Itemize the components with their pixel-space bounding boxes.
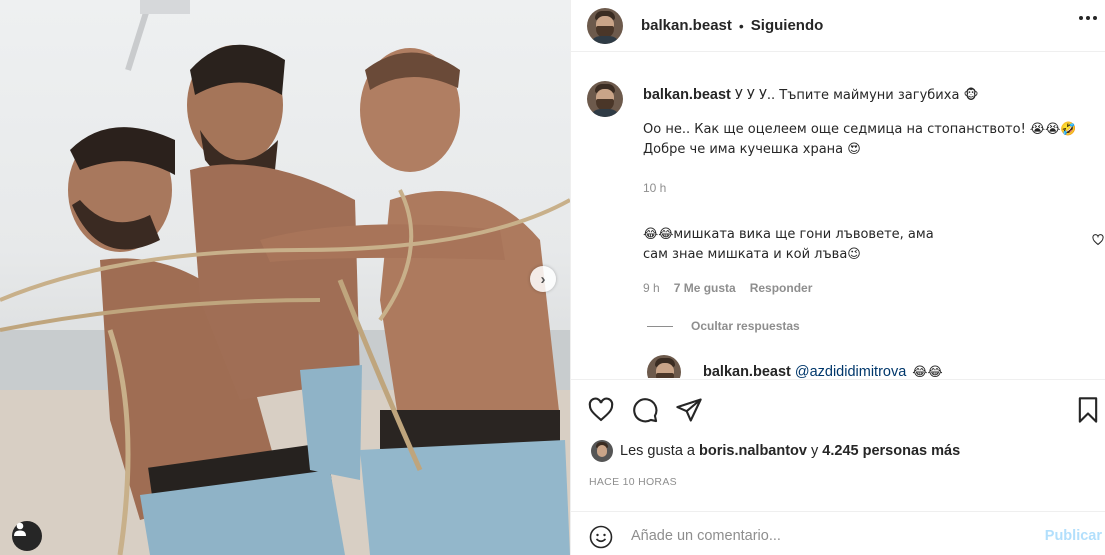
likes-others[interactable]: 4.245 personas más (822, 443, 960, 459)
reply-meta: 9 h 7 Me gusta Responder (643, 281, 812, 295)
caption-line-3: Добре че има кучешка храна 😍 (643, 142, 861, 157)
comments-section[interactable]: balkan.beast У У У.. Тъпите маймуни загу… (571, 53, 1105, 378)
post-photo[interactable]: › (0, 0, 570, 555)
user-tags-button[interactable] (12, 521, 42, 551)
user-icon (14, 522, 26, 536)
reply-text-line-1: 😂😂мишката вика ще гони лъвовете, ама (643, 227, 934, 242)
reply-time[interactable]: 9 h (643, 281, 660, 295)
following-button[interactable]: Siguiendo (751, 17, 824, 34)
reply-button[interactable]: Responder (750, 281, 813, 295)
hide-replies-line (647, 325, 673, 327)
emoji-smiley-icon[interactable] (589, 525, 613, 554)
post-timestamp[interactable]: HACE 10 HORAS (589, 476, 677, 488)
reply-likes[interactable]: 7 Me gusta (674, 281, 736, 295)
liker-avatar[interactable] (591, 440, 613, 462)
likes-summary: Les gusta a boris.nalbantov y 4.245 pers… (591, 440, 960, 462)
reply-comment: 😂😂мишката вика ще гони лъвовете, ама сам… (643, 225, 1103, 265)
caption-time[interactable]: 10 h (643, 181, 666, 195)
post-actions (571, 379, 1105, 439)
header-separator: • (738, 17, 744, 34)
caption-line-1: У У У.. Тъпите маймуни загубиха 🐵 (734, 88, 979, 103)
nested-reply-author[interactable]: balkan.beast (703, 364, 791, 378)
post-details-panel: balkan.beast • Siguiendo balkan.beast У … (570, 0, 1105, 555)
nested-reply-avatar[interactable] (647, 355, 681, 378)
nested-reply: balkan.beast @azdididimitrova 😂😂 (647, 355, 943, 379)
nested-reply-mention[interactable]: @azdididimitrova (795, 364, 906, 378)
add-comment-bar: Publicar (571, 511, 1105, 555)
hide-replies-button[interactable]: Ocultar respuestas (647, 319, 800, 333)
like-heart-icon[interactable] (587, 396, 615, 429)
likes-conj: y (811, 443, 819, 459)
nested-reply-text: 😂😂 (912, 364, 943, 379)
author-avatar[interactable] (587, 7, 623, 44)
likes-prefix: Les gusta a (620, 443, 695, 459)
save-bookmark-icon[interactable] (1075, 396, 1101, 429)
comment-input[interactable] (631, 524, 1031, 548)
liker-username[interactable]: boris.nalbantov (699, 443, 807, 459)
hide-replies-label: Ocultar respuestas (691, 319, 800, 333)
caption-line-2: Оо не.. Как ще оцелеем още седмица на ст… (643, 122, 1077, 137)
post-header: balkan.beast • Siguiendo (571, 0, 1105, 52)
publish-button[interactable]: Publicar (1045, 528, 1102, 544)
author-username[interactable]: balkan.beast (641, 17, 732, 34)
reply-text-line-2: сам знае мишката и кой лъва😉 (643, 247, 861, 262)
comment-bubble-icon[interactable] (631, 396, 659, 429)
photo-illustration (0, 0, 570, 555)
carousel-next-button[interactable]: › (530, 266, 556, 292)
caption-author[interactable]: balkan.beast (643, 87, 731, 103)
like-comment-heart-icon[interactable] (1092, 233, 1104, 251)
more-horizontal-icon[interactable] (1079, 16, 1097, 20)
share-send-icon[interactable] (675, 396, 703, 429)
caption-avatar[interactable] (587, 81, 623, 117)
